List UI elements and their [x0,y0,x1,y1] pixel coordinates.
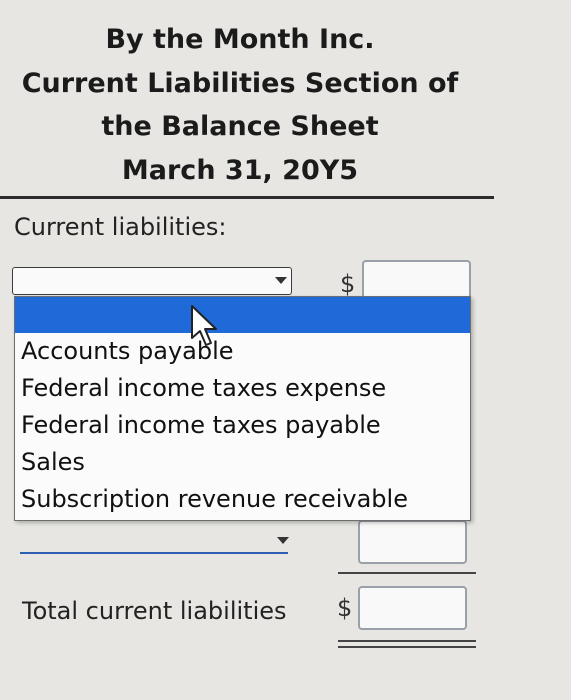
dropdown-option-federal-income-taxes-payable[interactable]: Federal income taxes payable [15,407,470,444]
account-dropdown-list[interactable]: Accounts payable Federal income taxes ex… [14,296,471,521]
statement-title-line1: Current Liabilities Section of [21,68,459,99]
chevron-down-icon[interactable] [275,277,287,284]
account-select-2[interactable] [20,552,288,554]
total-current-liabilities-label: Total current liabilities [22,597,287,625]
total-amount-input[interactable] [358,586,467,630]
amount-input-2[interactable] [358,520,467,564]
mouse-pointer-icon [191,305,217,346]
chevron-down-icon[interactable] [277,537,289,544]
dollar-sign-total: $ [337,594,353,622]
dropdown-option-federal-income-taxes-expense[interactable]: Federal income taxes expense [15,370,470,407]
dropdown-option-accounts-payable[interactable]: Accounts payable [15,333,470,370]
dropdown-highlighted-blank-option[interactable] [15,297,470,333]
total-double-rule-bottom [338,646,476,648]
dropdown-option-subscription-revenue-receivable[interactable]: Subscription revenue receivable [15,481,470,520]
subtotal-rule [338,572,476,574]
heading-rule [0,196,494,199]
statement-title-line2: the Balance Sheet [101,111,379,142]
dollar-sign: $ [340,270,356,298]
statement-date: March 31, 20Y5 [121,155,359,186]
current-liabilities-label: Current liabilities: [14,213,227,241]
dropdown-option-sales[interactable]: Sales [15,444,470,481]
total-double-rule-top [338,640,476,642]
account-select-1[interactable] [12,267,292,295]
company-name: By the Month Inc. [105,24,375,55]
